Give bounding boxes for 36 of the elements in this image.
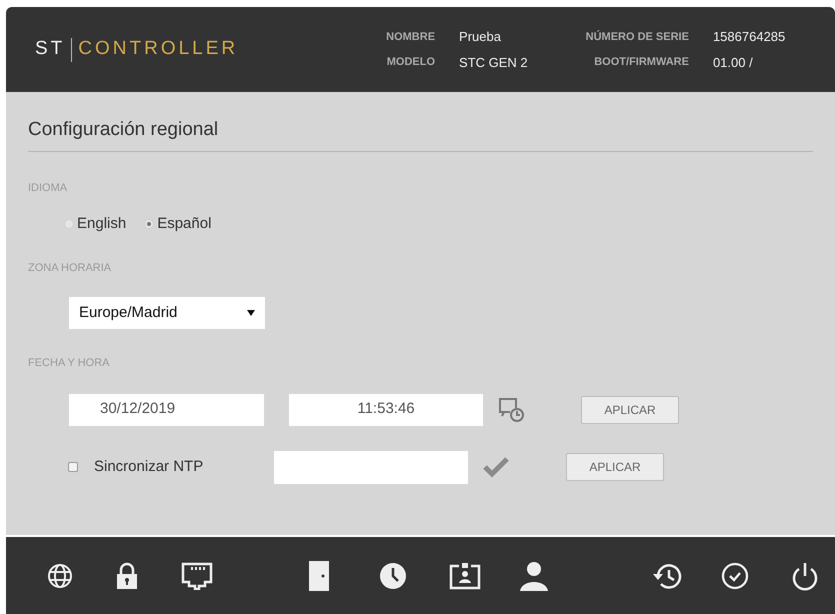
field-label: ZONA HORARIA — [28, 260, 112, 276]
info-value: 1586764285 — [712, 28, 786, 46]
info-label: NOMBRE — [386, 30, 436, 44]
door-icon[interactable] — [309, 560, 329, 590]
power-icon[interactable] — [791, 560, 819, 590]
id-badge-icon[interactable] — [449, 562, 481, 590]
apply-button[interactable]: APLICAR — [566, 453, 664, 481]
field-label: FECHA Y HORA — [28, 356, 111, 371]
language-radio[interactable]: Español — [144, 213, 212, 236]
user-icon[interactable] — [519, 560, 549, 590]
apply-button[interactable]: APLICAR — [581, 396, 679, 424]
logo: ST CONTROLLER — [35, 36, 238, 64]
timezone-select[interactable]: Europe/Madrid — [69, 297, 265, 329]
language-radio[interactable]: English — [64, 213, 126, 236]
clock-icon[interactable] — [379, 562, 407, 590]
ntp-server-field[interactable] — [274, 450, 468, 484]
field-label: IDIOMA — [28, 180, 68, 196]
globe-icon[interactable] — [47, 562, 73, 588]
info-label: BOOT/FIRMWARE — [593, 55, 689, 70]
info-value: 01.00 / — [712, 54, 754, 72]
monitor-clock-icon[interactable] — [498, 396, 525, 422]
ntp-checkbox[interactable] — [68, 462, 78, 472]
lock-icon[interactable] — [116, 562, 138, 590]
info-value: Prueba — [458, 28, 502, 46]
network-port-icon[interactable] — [181, 562, 213, 590]
section-title: Configuración regional — [28, 116, 813, 152]
history-icon[interactable] — [653, 562, 683, 590]
time-field[interactable]: 11:53:46 — [289, 394, 483, 426]
caret-icon — [247, 310, 255, 316]
ntp-label: Sincronizar NTP — [94, 456, 204, 477]
info-label: MODELO — [386, 55, 436, 70]
check-circle-icon[interactable] — [721, 562, 749, 590]
check-icon[interactable] — [483, 456, 509, 478]
date-field[interactable]: 30/12/2019 — [69, 394, 264, 426]
info-value: STC GEN 2 — [458, 54, 528, 72]
info-label: NÚMERO DE SERIE — [584, 29, 689, 44]
